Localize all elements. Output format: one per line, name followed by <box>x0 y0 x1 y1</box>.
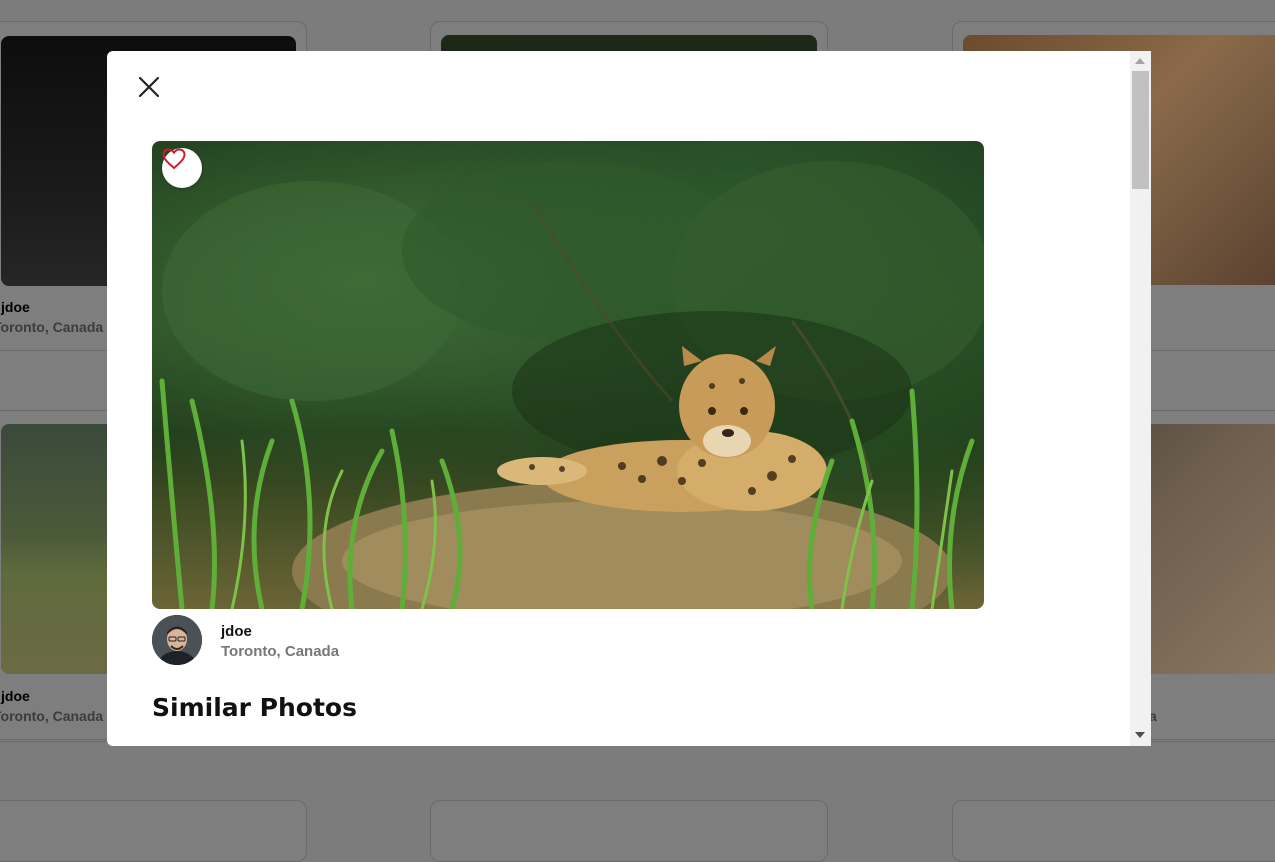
photo-viewer <box>152 141 984 609</box>
feed-card-username: jdoe <box>1 688 30 704</box>
avatar[interactable] <box>152 615 202 665</box>
similar-photos-heading: Similar Photos <box>152 693 357 722</box>
scroll-up-arrow-icon[interactable] <box>1135 58 1145 64</box>
heart-outline-icon <box>162 148 186 170</box>
avatar-portrait <box>152 615 202 665</box>
scroll-down-arrow-icon[interactable] <box>1135 732 1145 738</box>
scrollbar-thumb[interactable] <box>1132 71 1149 189</box>
feed-card-location: Toronto, Canada <box>0 708 104 724</box>
modal-scrollbar[interactable] <box>1130 51 1151 746</box>
feed-card <box>952 800 1275 862</box>
like-button[interactable] <box>162 148 202 188</box>
feed-card-username: jdoe <box>1 299 30 315</box>
feed-card-location: Toronto, Canada <box>0 319 104 335</box>
jaguar-photo <box>159 161 984 609</box>
feed-card <box>0 800 307 862</box>
author-location: Toronto, Canada <box>221 643 340 660</box>
close-button[interactable] <box>137 75 161 99</box>
author-username[interactable]: jdoe <box>221 623 252 640</box>
close-icon <box>138 76 160 98</box>
feed-card <box>430 800 828 862</box>
photo-modal: jdoe Toronto, Canada Similar Photos <box>107 51 1151 746</box>
